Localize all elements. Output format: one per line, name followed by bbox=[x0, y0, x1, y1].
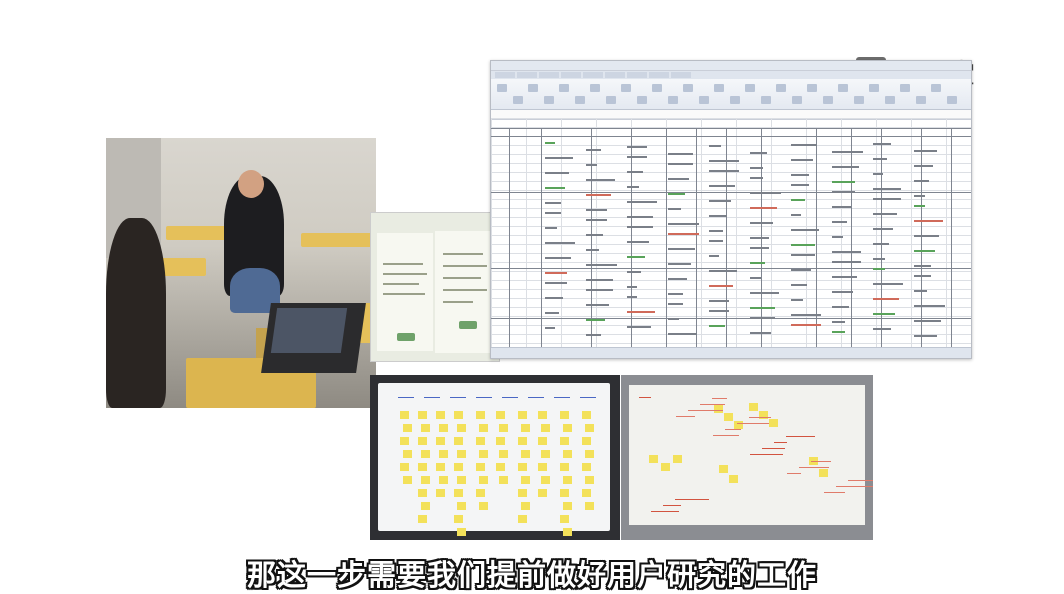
photo-diagram-whiteboard bbox=[621, 375, 873, 540]
photo-classroom-interview bbox=[106, 138, 376, 408]
photo-research-booklet bbox=[370, 212, 500, 362]
photo-sticky-note-board bbox=[370, 375, 620, 540]
spreadsheet-screenshot bbox=[490, 60, 972, 359]
video-subtitle: 那这一步需要我们提前做好用户研究的工作 bbox=[246, 558, 817, 592]
